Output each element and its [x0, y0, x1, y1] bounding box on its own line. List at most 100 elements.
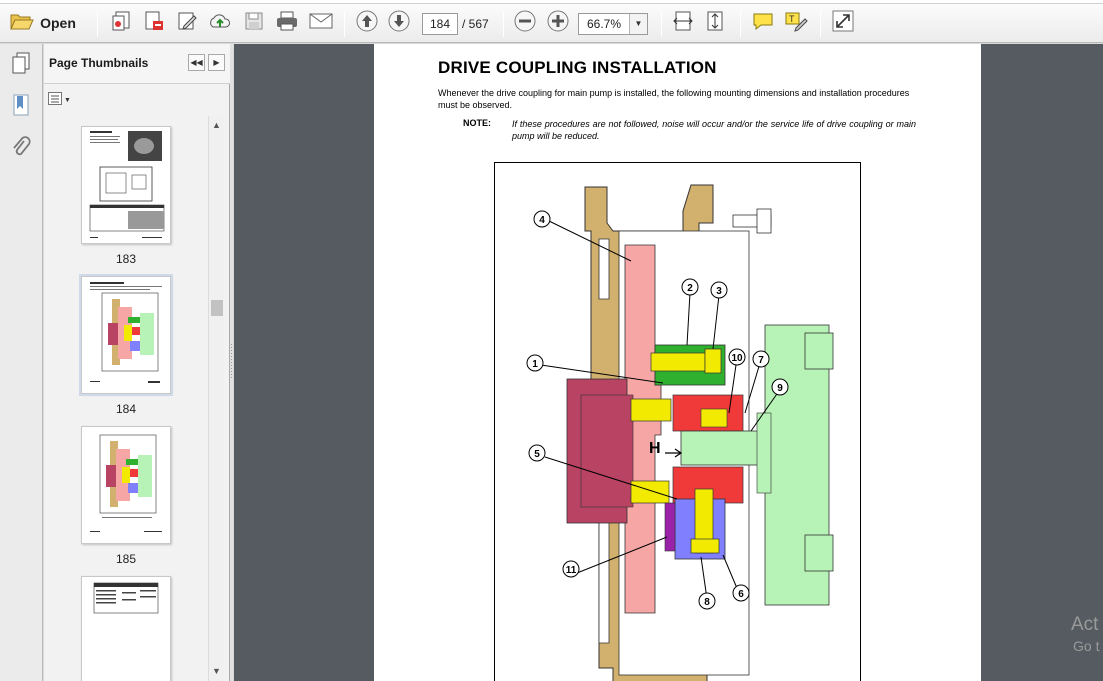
note-text: If these procedures are not followed, no… [512, 119, 916, 141]
thumbnails-panel: Page Thumbnails ◀◀ ▶ ▼ 183 184 185 ▲ ▼ [44, 44, 230, 681]
print-icon [275, 10, 299, 37]
fullscreen-button[interactable] [830, 10, 856, 36]
zoom-in-icon [547, 10, 569, 37]
svg-text:8: 8 [704, 597, 710, 608]
paperclip-icon [11, 135, 31, 164]
panel-splitter[interactable] [230, 44, 233, 681]
svg-text:T: T [789, 14, 795, 24]
chevron-down-icon: ▼ [64, 96, 71, 104]
fit-page-icon [705, 10, 725, 37]
svg-text:5: 5 [534, 449, 540, 460]
create-pdf-button[interactable] [108, 10, 136, 36]
svg-text:10: 10 [731, 353, 743, 364]
thumbnail-list: 183 184 185 [44, 116, 228, 681]
thumbnails-scrollbar[interactable]: ▲ ▼ [208, 116, 224, 681]
fit-width-button[interactable] [670, 10, 696, 36]
next-page-button[interactable] [386, 10, 412, 36]
scroll-down-icon[interactable]: ▼ [212, 666, 221, 676]
previous-page-button[interactable] [354, 10, 380, 36]
page-thumbnail-label: 183 [115, 252, 137, 266]
edit-pdf-button[interactable] [140, 10, 168, 36]
pdf-reader-window: Open 184 / 567 66.7% ▼ T Page Thumbnails… [0, 0, 1103, 681]
double-chevron-left-icon: ◀◀ [190, 58, 203, 67]
page-thumbnail-label: 185 [115, 552, 137, 566]
toolbar-separator [344, 11, 345, 37]
highlight-text-button[interactable]: T [782, 10, 810, 36]
sign-button[interactable] [173, 10, 201, 36]
print-button[interactable] [272, 10, 302, 36]
toolbar-separator [97, 11, 98, 37]
fit-width-icon [673, 10, 693, 37]
upload-cloud-icon [208, 10, 232, 37]
panel-title: Page Thumbnails [49, 56, 149, 70]
svg-text:2: 2 [687, 283, 693, 294]
comment-button[interactable] [750, 10, 776, 36]
scroll-up-icon[interactable]: ▲ [212, 120, 221, 130]
open-button[interactable]: Open [6, 10, 80, 36]
options-menu-icon [48, 92, 62, 108]
page-number-input[interactable]: 184 [422, 13, 458, 35]
page-thumbnail-183[interactable] [81, 126, 171, 244]
page-thumbnails-tab[interactable] [8, 52, 34, 78]
svg-text:4: 4 [539, 215, 545, 226]
fit-page-button[interactable] [702, 10, 728, 36]
edit-pdf-icon [143, 10, 165, 37]
thumbnails-panel-header: Page Thumbnails ◀◀ ▶ [44, 44, 230, 84]
svg-text:6: 6 [738, 589, 744, 600]
svg-text:1: 1 [532, 359, 538, 370]
bookmark-icon [11, 93, 31, 122]
fullscreen-icon [832, 10, 854, 37]
attachments-tab[interactable] [8, 135, 34, 164]
next-page-icon [388, 10, 410, 37]
toolbar-separator [820, 11, 821, 37]
create-pdf-icon [111, 10, 133, 37]
body-paragraph: Whenever the drive coupling for main pum… [438, 88, 910, 110]
svg-text:7: 7 [758, 355, 764, 366]
chevron-right-icon: ▶ [213, 58, 220, 67]
zoom-in-button[interactable] [545, 10, 571, 36]
pages-icon [10, 51, 32, 80]
section-title: DRIVE COUPLING INSTALLATION [438, 58, 717, 77]
page-thumbnail-label: 184 [115, 402, 137, 416]
toolbar-separator [503, 11, 504, 37]
zoom-out-icon [514, 10, 536, 37]
email-button[interactable] [306, 10, 336, 36]
toolbar: Open 184 / 567 66.7% ▼ T [0, 4, 1103, 43]
open-button-label: Open [40, 15, 76, 31]
comment-icon [752, 11, 774, 36]
toolbar-separator [740, 11, 741, 37]
document-view[interactable]: DRIVE COUPLING INSTALLATION Whenever the… [234, 44, 1103, 681]
save-icon [244, 11, 264, 36]
total-pages-label: / 567 [462, 17, 489, 31]
svg-text:3: 3 [716, 286, 722, 297]
bookmarks-tab[interactable] [8, 94, 34, 120]
collapse-panel-button[interactable]: ◀◀ [188, 54, 205, 71]
page-thumbnail-184[interactable] [79, 274, 173, 396]
navigation-pane-strip [0, 44, 43, 681]
previous-page-icon [356, 10, 378, 37]
coupling-diagram: H 4 2 3 1 10 7 9 5 11 8 6 [494, 162, 861, 681]
email-icon [309, 12, 333, 35]
highlight-text-icon: T [784, 10, 808, 37]
activation-watermark-line1: Act [1071, 614, 1099, 635]
upload-cloud-button[interactable] [206, 10, 234, 36]
panel-forward-button[interactable]: ▶ [208, 54, 225, 71]
svg-text:H: H [649, 440, 661, 457]
note-label: NOTE: [463, 118, 491, 128]
chevron-down-icon[interactable]: ▼ [629, 14, 647, 34]
sign-icon [176, 10, 198, 37]
save-button[interactable] [240, 10, 268, 36]
activation-watermark-line2: Go t [1073, 638, 1100, 654]
zoom-out-button[interactable] [512, 10, 538, 36]
page-thumbnail-185[interactable] [81, 426, 171, 544]
zoom-select[interactable]: 66.7% ▼ [578, 13, 648, 35]
toolbar-separator [661, 11, 662, 37]
pdf-page: DRIVE COUPLING INSTALLATION Whenever the… [374, 44, 981, 681]
svg-text:9: 9 [777, 383, 783, 394]
page-thumbnail-186[interactable] [81, 576, 171, 681]
thumbnail-options-button[interactable]: ▼ [48, 92, 72, 108]
scrollbar-thumb[interactable] [211, 300, 223, 316]
svg-text:11: 11 [566, 565, 577, 576]
folder-open-icon [10, 11, 34, 36]
zoom-value: 66.7% [587, 17, 622, 31]
